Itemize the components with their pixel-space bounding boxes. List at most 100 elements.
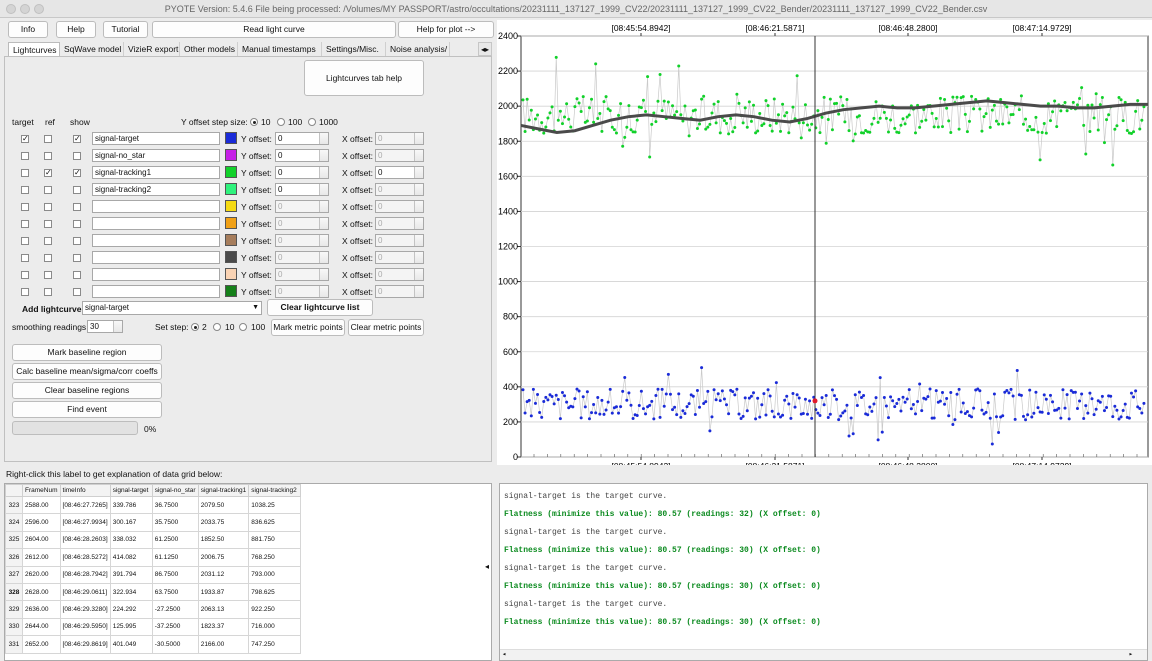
grid-cell[interactable]: 922.250 [248,600,302,619]
show-checkbox[interactable] [73,186,81,194]
grid-cell[interactable]: [08:46:27.9934] [59,513,111,532]
row-number[interactable]: 324 [5,513,23,532]
ref-checkbox[interactable] [44,152,52,160]
y-offset-input[interactable]: 0 [275,149,329,162]
target-checkbox[interactable] [21,169,29,177]
y-offset-input[interactable]: 0 [275,166,329,179]
table-row[interactable]: 323 2588.00 [08:46:27.7265] 339.786 36.7500 2… [5,495,302,515]
set-step-2-radio[interactable] [191,323,199,331]
target-checkbox[interactable] [21,152,29,160]
x-offset-input[interactable]: 0 [375,149,424,162]
tab-manual-timestamps[interactable]: Manual timestamps [238,42,322,56]
curve-name-field[interactable]: signal-target [92,132,220,145]
grid-cell[interactable]: 338.032 [109,530,153,550]
grid-cell[interactable]: 63.7500 [151,582,199,602]
grid-cell[interactable]: -30.5000 [151,635,199,654]
row-number[interactable]: 327 [5,565,23,584]
x-offset-input[interactable]: 0 [375,200,424,213]
grid-cell[interactable]: [08:46:27.7265] [59,495,111,515]
grid-cell[interactable]: 793.000 [248,565,302,584]
grid-cell[interactable]: 2596.00 [22,513,61,532]
y-offset-input[interactable]: 0 [275,251,329,264]
grid-cell[interactable]: 2644.00 [22,617,61,637]
tab-sqwave-model[interactable]: SqWave model [60,42,124,56]
x-offset-input[interactable]: 0 [375,217,424,230]
tab-settings-misc[interactable]: Settings/Misc. [322,42,386,56]
log-panel[interactable]: signal-target is the target curve. Flatne… [499,483,1148,661]
smoothing-readings-input[interactable]: 30 [87,320,123,333]
curve-color-swatch[interactable] [225,268,237,280]
help-for-plot-button[interactable]: Help for plot --> [398,21,494,38]
curve-name-field[interactable] [92,217,220,230]
curve-color-swatch[interactable] [225,251,237,263]
grid-cell[interactable]: -27.2500 [151,600,199,619]
curve-name-field[interactable]: signal-no_star [92,149,220,162]
tab-vizier-export[interactable]: VizieR export [124,42,180,56]
table-row[interactable]: 327 2620.00 [08:46:28.7942] 391.794 86.7500 2… [5,565,302,584]
curve-color-swatch[interactable] [225,166,237,178]
help-button[interactable]: Help [56,21,96,38]
ref-checkbox[interactable]: ✓ [44,169,52,177]
y-offset-input[interactable]: 0 [275,234,329,247]
tab-lightcurves[interactable]: Lightcurves [8,42,60,56]
grid-cell[interactable]: 716.000 [248,617,302,637]
mark-metric-points-button[interactable]: Mark metric points [271,319,345,336]
grid-cell[interactable]: 1852.50 [197,530,250,550]
show-checkbox[interactable] [73,271,81,279]
grid-column-header[interactable]: signal-tracking2 [248,484,302,497]
grid-cell[interactable]: 2652.00 [22,635,61,654]
read-light-curve-button[interactable]: Read light curve [152,21,396,38]
grid-cell[interactable]: [08:46:29.3280] [59,600,111,619]
step-100-radio[interactable] [277,118,285,126]
grid-cell[interactable]: 36.7500 [151,495,199,515]
curve-color-swatch[interactable] [225,200,237,212]
grid-cell[interactable]: 798.625 [248,582,302,602]
log-horizontal-scrollbar[interactable]: ◂ ▸ [500,649,1147,660]
lightcurve-plot[interactable]: 0 200 400 600 800 1000 1200 1400 1600 1800 2000 220… [497,20,1152,465]
row-number[interactable]: 331 [5,635,23,654]
grid-scroll-icon[interactable]: ◂ [482,560,492,574]
curve-name-field[interactable] [92,251,220,264]
x-offset-input[interactable]: 0 [375,234,424,247]
x-offset-input[interactable]: 0 [375,132,424,145]
show-checkbox[interactable]: ✓ [73,169,81,177]
info-button[interactable]: Info [8,21,48,38]
clear-metric-points-button[interactable]: Clear metric points [348,319,424,336]
grid-cell[interactable]: [08:46:28.2603] [59,530,111,550]
table-row[interactable]: 331 2652.00 [08:46:29.8619] 401.049 -30.5000… [5,635,302,654]
row-number[interactable]: 330 [5,617,23,637]
tab-other-models[interactable]: Other models [180,42,238,56]
curve-name-field[interactable]: signal-tracking2 [92,183,220,196]
grid-cell[interactable]: 2033.75 [197,513,250,532]
curve-color-swatch[interactable] [225,132,237,144]
row-number[interactable]: 328 [5,582,23,602]
show-checkbox[interactable] [73,203,81,211]
show-checkbox[interactable] [73,237,81,245]
ref-checkbox[interactable] [44,254,52,262]
target-checkbox[interactable] [21,237,29,245]
row-number[interactable]: 329 [5,600,23,619]
y-offset-input[interactable]: 0 [275,217,329,230]
step-10-radio[interactable] [250,118,258,126]
clear-lightcurve-list-button[interactable]: Clear lightcurve list [267,299,373,316]
grid-cell[interactable]: 401.049 [109,635,153,654]
grid-cell[interactable]: 881.750 [248,530,302,550]
target-checkbox[interactable] [21,186,29,194]
ref-checkbox[interactable] [44,271,52,279]
row-number[interactable]: 325 [5,530,23,550]
grid-cell[interactable]: 2006.75 [197,548,250,567]
grid-cell[interactable]: 125.995 [109,617,153,637]
y-offset-input[interactable]: 0 [275,268,329,281]
curve-name-field[interactable] [92,200,220,213]
ref-checkbox[interactable] [44,220,52,228]
y-offset-input[interactable]: 0 [275,285,329,298]
y-offset-input[interactable]: 0 [275,200,329,213]
grid-cell[interactable]: 224.292 [109,600,153,619]
clear-baseline-regions-button[interactable]: Clear baseline regions [12,382,162,399]
set-step-100-radio[interactable] [239,323,247,331]
data-grid[interactable]: FrameNum timeInfo signal-target signal-no_s… [4,483,492,661]
grid-cell[interactable]: 2588.00 [22,495,61,515]
target-checkbox[interactable] [21,220,29,228]
target-checkbox[interactable] [21,288,29,296]
grid-cell[interactable]: [08:46:29.8619] [59,635,111,654]
